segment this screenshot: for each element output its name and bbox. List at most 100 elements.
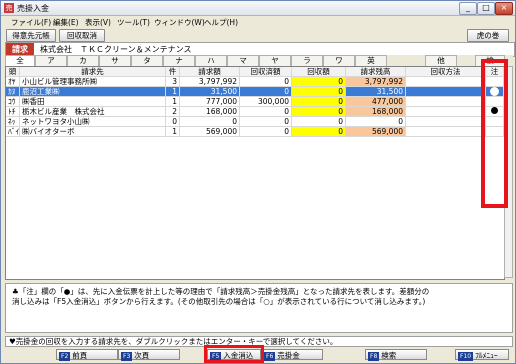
cell-customer: 鹿沼工業㈱ [20, 87, 166, 97]
cell-amount[interactable]: 0 [292, 107, 346, 117]
fkey-text: 検索 [381, 351, 397, 360]
tab-ya[interactable]: ヤ [259, 55, 291, 66]
menu-view[interactable]: 表示(V) [85, 17, 111, 28]
cell-balance: 477,000 [346, 97, 406, 107]
column-header-customer: 請求先 [20, 67, 166, 77]
menu-window[interactable]: ウィンドウ(W) [154, 17, 205, 28]
cell-amount[interactable]: 0 [292, 87, 346, 97]
fkey-label: F3 [121, 352, 133, 361]
billing-table: 頭 請求先 件 請求額 回収済額 回収額 請求残高 回収方法 注 ｵﾔ 小山ビル… [5, 66, 505, 280]
cell-head: ｺｳ [6, 97, 20, 107]
cell-customer: ネットワヨタ小山㈱ [20, 117, 166, 127]
menu-bar: ファイル(F) 編集(E) 表示(V) ツール(T) ウィンドウ(W) ヘルプ(… [1, 16, 515, 28]
notice-line-2: 消し込みは「F5入金消込」ボタンから行えます。(その他取引先の場合は「○」が表示… [12, 297, 426, 306]
cell-billed: 0 [180, 117, 240, 127]
cell-count: 1 [166, 97, 180, 107]
cell-amount[interactable]: 0 [292, 77, 346, 87]
minimize-button[interactable]: _ [459, 2, 477, 15]
cell-balance: 31,500 [346, 87, 406, 97]
cell-billed: 3,797,992 [180, 77, 240, 87]
title-bar: 売 売掛入金 _ □ × [1, 1, 515, 16]
cell-head: ﾄﾁ [6, 107, 20, 117]
tab-wa[interactable]: ワ [323, 55, 355, 66]
menu-file[interactable]: ファイル(F) [11, 17, 51, 28]
notice-panel: ♣「注」欄の「●」は、先に入金伝票を計上した等の理由で「請求残高＞売掛金残高」と… [5, 283, 513, 333]
cell-count: 1 [166, 127, 180, 137]
cancel-collection-button[interactable]: 回収取消 [59, 29, 105, 42]
cell-head: ﾊﾞｲ [6, 127, 20, 137]
app-icon: 売 [4, 3, 14, 13]
note-column-highlight [481, 59, 508, 208]
column-header-count: 件 [166, 67, 180, 77]
fkey-label: F2 [59, 352, 71, 361]
cell-head: ﾈｯ [6, 117, 20, 127]
fkey-label: F6 [264, 352, 276, 361]
cell-customer: 小山ビル管理事務所㈱ [20, 77, 166, 87]
menu-edit[interactable]: 編集(E) [53, 17, 79, 28]
cell-collected: 0 [240, 77, 292, 87]
fkey-label: F8 [368, 352, 380, 361]
cell-balance: 0 [346, 117, 406, 127]
cell-collected: 300,000 [240, 97, 292, 107]
toolbar: 得意先元帳 回収取消 虎の巻 [1, 28, 515, 42]
prev-page-button[interactable]: F2 前頁 [56, 349, 118, 361]
cell-amount[interactable]: 0 [292, 127, 346, 137]
cell-method [406, 127, 486, 137]
menu-help[interactable]: ヘルプ(H) [204, 17, 238, 28]
fkey-text: 売掛金 [277, 351, 300, 360]
cell-method [406, 117, 486, 127]
cell-balance: 569,000 [346, 127, 406, 137]
company-name: 株式会社 ＴＫＣクリーン＆メンテナンス [40, 45, 192, 54]
cell-collected: 0 [240, 107, 292, 117]
cell-method [406, 87, 486, 97]
cell-count: 0 [166, 117, 180, 127]
cell-head: ｶﾇ [6, 87, 20, 97]
column-header-head: 頭 [6, 67, 20, 77]
column-header-amount: 回収額 [292, 67, 346, 77]
cell-method [406, 77, 486, 87]
fkey-text: 次頁 [134, 351, 150, 360]
fkey-label: F10 [458, 352, 474, 361]
fkey-text: ﾌﾙﾒﾆｭｰ [475, 351, 498, 360]
cell-count: 2 [166, 107, 180, 117]
cell-customer: 栃木ビル産業 株式会社 [20, 107, 166, 117]
cell-collected: 0 [240, 117, 292, 127]
customer-ledger-button[interactable]: 得意先元帳 [6, 29, 56, 42]
full-menu-button[interactable]: F10 ﾌﾙﾒﾆｭｰ [455, 349, 509, 361]
fkey-text: 前頁 [72, 351, 88, 360]
tab-ra[interactable]: ラ [291, 55, 323, 66]
cell-collected: 0 [240, 87, 292, 97]
column-header-collected: 回収済額 [240, 67, 292, 77]
cell-balance: 168,000 [346, 107, 406, 117]
tab-sa[interactable]: サ [99, 55, 131, 66]
next-page-button[interactable]: F3 次頁 [118, 349, 180, 361]
cell-count: 3 [166, 77, 180, 87]
cell-collected: 0 [240, 127, 292, 137]
tab-na[interactable]: ナ [163, 55, 195, 66]
tab-english[interactable]: 英 [355, 55, 387, 66]
cell-balance: 3,797,992 [346, 77, 406, 87]
cell-billed: 777,000 [180, 97, 240, 107]
menu-tools[interactable]: ツール(T) [117, 17, 150, 28]
column-header-billed: 請求額 [180, 67, 240, 77]
cell-amount[interactable]: 0 [292, 117, 346, 127]
cell-amount[interactable]: 0 [292, 97, 346, 107]
close-button[interactable]: × [495, 2, 513, 15]
payment-clear-highlight [204, 345, 264, 363]
cell-count: 1 [166, 87, 180, 97]
tab-a[interactable]: ア [35, 55, 67, 66]
tiger-scroll-button[interactable]: 虎の巻 [467, 29, 509, 42]
tab-ma[interactable]: マ [227, 55, 259, 66]
tab-ka[interactable]: カ [67, 55, 99, 66]
tab-ta[interactable]: タ [131, 55, 163, 66]
tab-all[interactable]: 全 [5, 55, 35, 66]
accounts-receivable-button[interactable]: F6 売掛金 [261, 349, 323, 361]
tab-other[interactable]: 他 [425, 55, 457, 66]
column-header-method: 回収方法 [406, 67, 486, 77]
search-button[interactable]: F8 検索 [365, 349, 427, 361]
cell-customer: ㈱バイオターボ [20, 127, 166, 137]
maximize-button[interactable]: □ [477, 2, 495, 15]
app-window: 売 売掛入金 _ □ × ファイル(F) 編集(E) 表示(V) ツール(T) … [0, 0, 516, 364]
tab-ha[interactable]: ハ [195, 55, 227, 66]
cell-head: ｵﾔ [6, 77, 20, 87]
